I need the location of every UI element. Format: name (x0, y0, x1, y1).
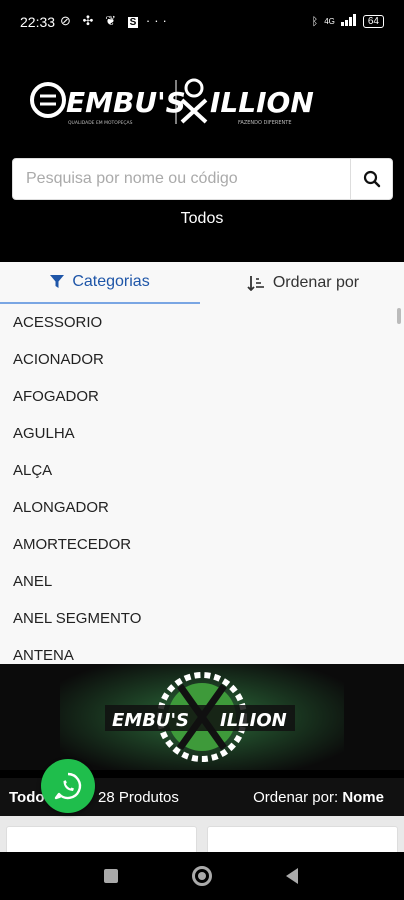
battery-icon: 64 (362, 15, 384, 28)
s-app-icon: S (127, 17, 139, 28)
banner-logo-left: EMBU'S (112, 710, 189, 731)
category-item[interactable]: ALONGADOR (0, 489, 404, 526)
category-item[interactable]: ANEL (0, 563, 404, 600)
header: EMBU'S QUALIDADE EM MOTOPEÇAS ILLION FAZ… (0, 44, 404, 262)
banner-logo-right: ILLION (220, 710, 287, 731)
recents-button[interactable] (104, 869, 118, 883)
logo-left-text: EMBU'S (66, 86, 186, 119)
logo-right-text: ILLION (210, 86, 314, 119)
tab-categories[interactable]: Categorias (0, 262, 200, 304)
search-bar (12, 158, 393, 200)
network-type: 4G (324, 17, 335, 26)
current-filter-label: Todos (180, 210, 224, 227)
whatsapp-icon (54, 772, 82, 800)
system-icons: ᛒ 4G 64 (312, 14, 384, 29)
category-item[interactable]: AGULHA (0, 415, 404, 452)
category-list[interactable]: ACESSORIO ACIONADOR AFOGADOR AGULHA ALÇA… (0, 304, 404, 664)
tab-sort-label: Ordenar por (272, 274, 360, 291)
search-button[interactable] (350, 159, 392, 199)
fan-icon: ✣ (82, 13, 98, 28)
products-sort[interactable]: Ordenar por: Nome (253, 789, 384, 806)
category-item[interactable]: ANEL SEGMENTO (0, 600, 404, 637)
category-item[interactable]: AFOGADOR (0, 378, 404, 415)
products-sort-value: Nome (342, 789, 384, 806)
category-item[interactable]: ALÇA (0, 452, 404, 489)
system-nav-bar (0, 852, 404, 900)
twitter-icon: ❦ (105, 13, 120, 28)
tab-sort[interactable]: Ordenar por (202, 262, 404, 304)
product-grid (0, 816, 404, 856)
back-button[interactable] (286, 868, 298, 884)
bluetooth-icon: ᛒ (311, 15, 319, 28)
tab-categories-label: Categorias (72, 273, 150, 290)
products-sort-prefix: Ordenar por: (253, 789, 339, 806)
list-scrollbar[interactable] (397, 308, 401, 324)
more-icon: ··· (145, 13, 171, 28)
whatsapp-button[interactable] (41, 759, 95, 813)
filter-icon (50, 275, 65, 288)
filter-tabs: Categorias Ordenar por (0, 262, 404, 304)
status-bar: 22:33 ⊘ ✣ ❦ S ··· ᛒ 4G 64 (0, 0, 404, 44)
category-item[interactable]: AMORTECEDOR (0, 526, 404, 563)
banner-graphic: EMBU'S ILLION (60, 664, 344, 770)
notification-icons: ⊘ ✣ ❦ S ··· (60, 13, 171, 29)
search-icon (363, 170, 380, 188)
category-item[interactable]: ACIONADOR (0, 341, 404, 378)
logo-right-tagline: FAZENDO DIFERENTE (238, 120, 291, 126)
search-input[interactable] (13, 159, 351, 199)
wifi-off-icon: ⊘ (60, 13, 75, 28)
logo-left-tagline: QUALIDADE EM MOTOPEÇAS (68, 120, 133, 126)
brand-logo: EMBU'S QUALIDADE EM MOTOPEÇAS ILLION FAZ… (30, 78, 314, 126)
signal-icon (340, 14, 357, 29)
home-button[interactable] (192, 866, 212, 886)
sort-icon (247, 276, 264, 291)
clock: 22:33 (20, 14, 56, 30)
category-item[interactable]: ACESSORIO (0, 304, 404, 341)
category-item[interactable]: ANTENA (0, 637, 404, 664)
products-count: 28 Produtos (98, 789, 179, 806)
promo-banner[interactable]: EMBU'S ILLION (0, 664, 404, 770)
